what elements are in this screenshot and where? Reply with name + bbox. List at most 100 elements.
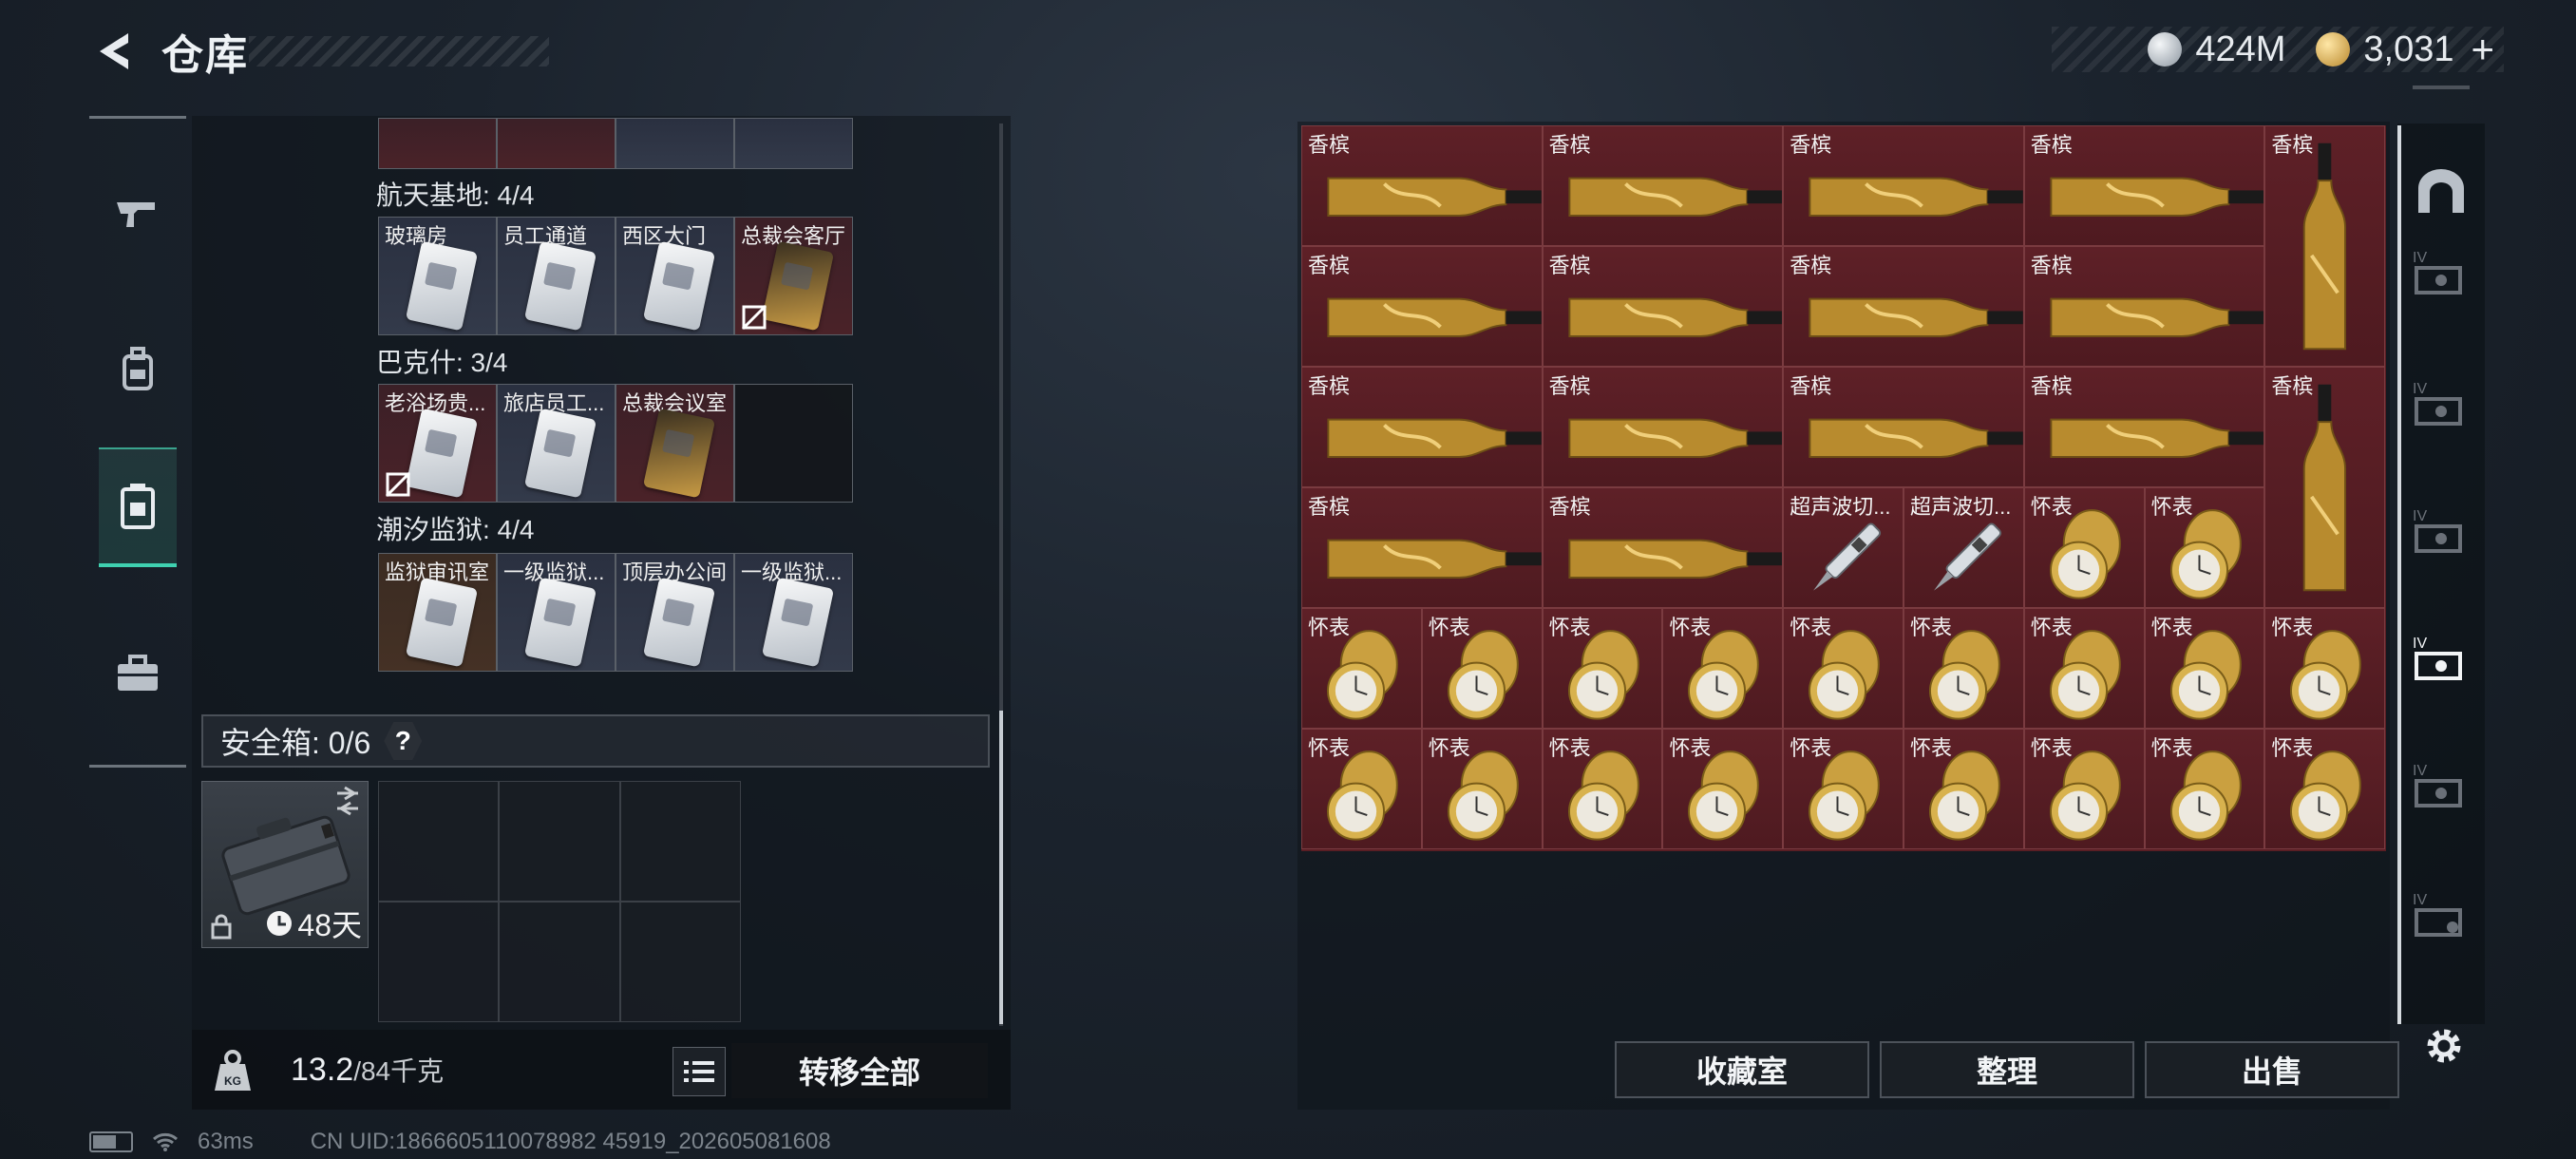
key-slot[interactable] xyxy=(497,118,616,169)
stash-tab-all[interactable] xyxy=(2413,163,2470,220)
key-slot[interactable]: 总裁会议室 xyxy=(616,384,734,503)
back-button[interactable] xyxy=(87,25,141,78)
stash-item-ultrasonic[interactable]: 超声波切... xyxy=(1904,487,2024,608)
stash-item-champagne[interactable]: 香槟 xyxy=(1542,367,1784,487)
sell-button[interactable]: 出售 xyxy=(2145,1041,2399,1098)
key-slot[interactable]: 旅店员工... xyxy=(497,384,616,503)
nav-storage[interactable] xyxy=(99,447,177,567)
stash-item-pocketwatch[interactable]: 怀表 xyxy=(1301,729,1422,849)
stash-tab-4-active[interactable]: IV xyxy=(2413,631,2470,688)
stash-tab-5[interactable]: IV xyxy=(2413,758,2470,815)
stash-item-champagne[interactable]: 香槟 xyxy=(1301,487,1543,608)
stash-item-pocketwatch[interactable]: 怀表 xyxy=(1904,729,2024,849)
stash-scrollbar[interactable] xyxy=(2397,125,2401,1024)
stash-item-pocketwatch[interactable]: 怀表 xyxy=(2144,608,2265,729)
gold-coin-icon xyxy=(2316,32,2351,66)
collection-room-button[interactable]: 收藏室 xyxy=(1615,1041,1869,1098)
key-slot[interactable]: 一级监狱... xyxy=(497,553,616,672)
stash-item-name: 超声波切... xyxy=(1910,495,2012,519)
stash-tab-6[interactable]: IV xyxy=(2413,887,2470,944)
stash-item-name: 香槟 xyxy=(1308,374,1351,398)
stash-item-pocketwatch[interactable]: 怀表 xyxy=(2023,729,2145,849)
key-slot[interactable]: 老浴场贵... xyxy=(378,384,497,503)
list-icon xyxy=(684,1061,714,1082)
stash-item-pocketwatch[interactable]: 怀表 xyxy=(2023,487,2145,608)
stash-item-name: 香槟 xyxy=(2271,374,2314,398)
stash-item-pocketwatch[interactable]: 怀表 xyxy=(1904,608,2024,729)
safebox-slot[interactable] xyxy=(619,781,741,902)
stash-item-champagne[interactable]: 香槟 xyxy=(1783,246,2024,367)
stash-item-name: 香槟 xyxy=(1548,374,1591,398)
top-bar: 仓库 424M 3,031 + xyxy=(0,0,2576,104)
key-slot[interactable]: 员工通道 xyxy=(497,217,616,335)
key-slot[interactable]: 一级监狱... xyxy=(734,553,853,672)
stash-item-name: 怀表 xyxy=(1790,616,1832,639)
key-slot[interactable]: 西区大门 xyxy=(616,217,734,335)
transfer-all-button[interactable]: 转移全部 xyxy=(731,1043,988,1098)
key-slot[interactable] xyxy=(616,118,734,169)
stash-item-pocketwatch[interactable]: 怀表 xyxy=(1542,608,1663,729)
safebox-slot[interactable] xyxy=(378,902,500,1022)
stash-item-pocketwatch[interactable]: 怀表 xyxy=(2023,608,2145,729)
safebox-slot[interactable] xyxy=(619,902,741,1022)
stash-item-pocketwatch[interactable]: 怀表 xyxy=(2264,729,2386,849)
nav-toolbox[interactable] xyxy=(99,622,177,725)
empty-key-slot[interactable] xyxy=(734,384,853,503)
stash-item-champagne[interactable]: 香槟 xyxy=(1542,246,1784,367)
safebox-slot[interactable] xyxy=(378,781,500,902)
stash-tab-2[interactable]: IV xyxy=(2413,376,2470,433)
add-currency-button[interactable]: + xyxy=(2471,27,2494,72)
key-slot[interactable]: 总裁会客厅 xyxy=(734,217,853,335)
stash-item-pocketwatch[interactable]: 怀表 xyxy=(1783,729,1904,849)
stash-tab-1[interactable]: IV xyxy=(2413,245,2470,302)
key-slot[interactable]: 监狱审讯室 xyxy=(378,553,497,672)
stash-item-pocketwatch[interactable]: 怀表 xyxy=(1783,608,1904,729)
stash-item-pocketwatch[interactable]: 怀表 xyxy=(2144,729,2265,849)
stash-grid: 香槟 香槟 香槟 香槟 香槟 香槟 香槟 香槟 香槟 香槟 香槟 香槟 香槟 香… xyxy=(1301,125,2386,851)
stash-item-champagne[interactable]: 香槟 xyxy=(1301,246,1543,367)
key-slot[interactable]: 顶层办公间 xyxy=(616,553,734,672)
settings-button[interactable] xyxy=(2420,1022,2468,1074)
stash-item-name: 香槟 xyxy=(2030,254,2073,277)
stash-item-champagne[interactable]: 香槟 xyxy=(1542,487,1784,608)
stash-tab-3[interactable]: IV xyxy=(2413,504,2470,560)
no-trade-icon xyxy=(741,304,767,331)
stash-item-pocketwatch[interactable]: 怀表 xyxy=(2264,608,2386,729)
stash-item-champagne[interactable]: 香槟 xyxy=(1783,367,2024,487)
stash-item-pocketwatch[interactable]: 怀表 xyxy=(1662,608,1784,729)
stash-item-name: 香槟 xyxy=(1790,374,1832,398)
stash-item-champagne[interactable]: 香槟 xyxy=(1542,125,1784,246)
stash-item-name: 香槟 xyxy=(1548,133,1591,157)
stash-item-pocketwatch[interactable]: 怀表 xyxy=(1301,608,1422,729)
safe-timer-text: 48天 xyxy=(297,908,362,942)
help-icon[interactable]: ? xyxy=(384,722,423,760)
stash-item-pocketwatch[interactable]: 怀表 xyxy=(2144,487,2265,608)
safebox-slot[interactable] xyxy=(499,902,620,1022)
stash-item-champagne[interactable]: 香槟 xyxy=(2023,125,2265,246)
safebox-item[interactable]: 48天 xyxy=(201,781,369,948)
key-slot[interactable] xyxy=(734,118,853,169)
stash-item-champagne[interactable]: 香槟 xyxy=(1301,367,1543,487)
stash-item-pocketwatch[interactable]: 怀表 xyxy=(1542,729,1663,849)
nav-weapons[interactable] xyxy=(99,162,177,265)
stash-item-champagne[interactable]: 香槟 xyxy=(2023,246,2265,367)
stash-item-pocketwatch[interactable]: 怀表 xyxy=(1421,729,1543,849)
stash-item-ultrasonic[interactable]: 超声波切... xyxy=(1783,487,1904,608)
stash-item-champagne[interactable]: 香槟 xyxy=(2264,367,2386,608)
svg-text:KG: KG xyxy=(224,1074,241,1088)
safebox-slot[interactable] xyxy=(499,781,620,902)
sort-button[interactable]: 整理 xyxy=(1880,1041,2134,1098)
key-slot[interactable] xyxy=(378,118,497,169)
key-slot[interactable]: 玻璃房 xyxy=(378,217,497,335)
nav-backpack[interactable] xyxy=(99,318,177,421)
stash-item-champagne[interactable]: 香槟 xyxy=(1301,125,1543,246)
stash-item-name: 怀表 xyxy=(2150,616,2193,639)
weight-current: 13.2 xyxy=(291,1052,354,1088)
stash-item-champagne[interactable]: 香槟 xyxy=(2264,125,2386,367)
stash-item-champagne[interactable]: 香槟 xyxy=(1783,125,2024,246)
stash-item-pocketwatch[interactable]: 怀表 xyxy=(1421,608,1543,729)
stash-item-pocketwatch[interactable]: 怀表 xyxy=(1662,729,1784,849)
inventory-scroll-thumb[interactable] xyxy=(999,711,1003,1024)
stash-item-champagne[interactable]: 香槟 xyxy=(2023,367,2265,487)
list-view-button[interactable] xyxy=(672,1047,726,1096)
